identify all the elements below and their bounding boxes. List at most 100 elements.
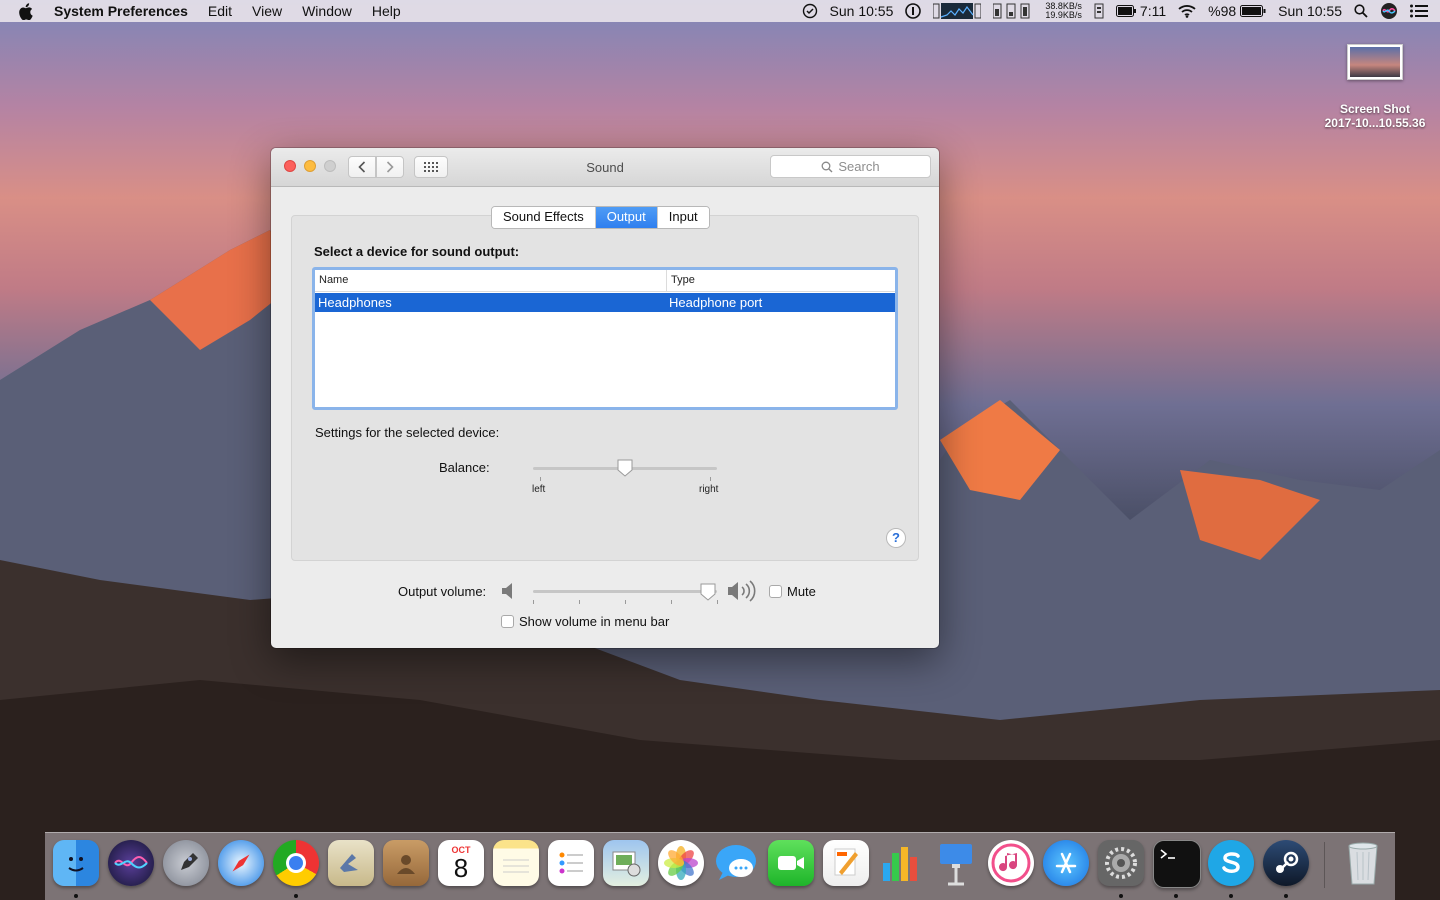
info-status-icon[interactable] <box>905 3 922 19</box>
battery-icon <box>1240 5 1266 17</box>
file-name-line1: Screen Shot <box>1339 102 1411 116</box>
file-name-line2: 2017-10...10.55.36 <box>1324 116 1426 130</box>
balance-tick-left <box>540 477 541 481</box>
finder-running-dot <box>74 894 78 898</box>
menu-app-name[interactable]: System Preferences <box>54 3 188 19</box>
table-row[interactable]: Headphones Headphone port <box>315 293 895 312</box>
show-volume-checkbox[interactable] <box>501 615 514 628</box>
tab-sound-effects[interactable]: Sound Effects <box>492 207 596 228</box>
menu-help[interactable]: Help <box>372 3 401 19</box>
title-bar[interactable]: Sound Search <box>271 148 939 187</box>
file-thumbnail <box>1347 44 1403 80</box>
column-header-type[interactable]: Type <box>667 270 695 291</box>
photos-icon[interactable] <box>658 840 704 886</box>
mute-label: Mute <box>787 584 816 599</box>
forward-button[interactable] <box>376 156 404 178</box>
reminders-icon[interactable] <box>548 840 594 886</box>
search-placeholder: Search <box>838 159 880 174</box>
sensor-icon[interactable] <box>1094 3 1104 19</box>
wifi-icon[interactable] <box>1178 4 1196 18</box>
skype-icon[interactable] <box>1208 840 1254 886</box>
battery-status[interactable]: %98 <box>1208 3 1266 19</box>
back-button[interactable] <box>348 156 376 178</box>
mute-checkbox[interactable] <box>769 585 782 598</box>
numbers-icon[interactable] <box>878 840 924 886</box>
cpu-graph-icon[interactable] <box>933 3 982 19</box>
balance-right-label: right <box>699 484 719 495</box>
device-type-cell: Headphone port <box>669 295 763 310</box>
terminal-icon[interactable] <box>1153 840 1201 888</box>
close-button[interactable] <box>284 160 296 172</box>
launchpad-icon[interactable] <box>163 840 209 886</box>
tab-input[interactable]: Input <box>657 207 709 228</box>
pages-icon[interactable] <box>823 840 869 886</box>
speaker-high-icon <box>728 580 756 602</box>
output-device-table[interactable]: Name Type Headphones Headphone port <box>312 267 898 410</box>
siri-menu-icon[interactable] <box>1380 2 1398 20</box>
output-volume-label: Output volume: <box>398 584 487 599</box>
speaker-low-icon <box>502 583 512 599</box>
volume-tick-4 <box>671 600 672 604</box>
output-section-title: Select a device for sound output: <box>314 244 520 259</box>
grid-icon <box>424 162 438 172</box>
menu-bar: System Preferences Edit View Window Help… <box>0 0 1440 22</box>
network-speed[interactable]: 38.8KB/s 19.9KB/s <box>1045 2 1082 20</box>
menu-edit[interactable]: Edit <box>208 3 232 19</box>
chevron-left-icon <box>358 161 366 173</box>
net-download-speed: 19.9KB/s <box>1045 10 1082 20</box>
balance-slider-thumb[interactable] <box>617 459 633 477</box>
tab-output[interactable]: Output <box>595 207 658 228</box>
siri-icon[interactable] <box>108 840 154 886</box>
show-all-button[interactable] <box>414 156 448 178</box>
device-name-cell: Headphones <box>318 295 392 310</box>
minimize-button[interactable] <box>304 160 316 172</box>
facetime-icon[interactable] <box>768 840 814 886</box>
balance-label: Balance: <box>439 460 490 475</box>
search-icon <box>821 161 833 172</box>
menu-clock-left[interactable]: Sun 10:55 <box>830 3 894 19</box>
show-volume-label: Show volume in menu bar <box>519 614 670 629</box>
search-field[interactable]: Search <box>770 155 931 178</box>
preview-icon[interactable] <box>603 840 649 886</box>
menu-view[interactable]: View <box>252 3 282 19</box>
volume-tick-1 <box>533 600 534 604</box>
menu-window[interactable]: Window <box>302 3 352 19</box>
dock-separator <box>1324 842 1325 888</box>
memory-bars-icon[interactable] <box>993 3 1033 19</box>
checkmark-status-icon[interactable] <box>802 3 818 19</box>
trash-icon[interactable] <box>1340 840 1386 886</box>
table-header: Name Type <box>315 270 895 292</box>
chevron-right-icon <box>386 161 394 173</box>
finder-icon[interactable] <box>53 840 99 886</box>
calendar-day: 8 <box>453 853 469 883</box>
balance-tick-right <box>710 477 711 481</box>
system-preferences-icon[interactable] <box>1098 840 1144 886</box>
notes-icon[interactable] <box>493 840 539 886</box>
safari-icon[interactable] <box>218 840 264 886</box>
battery-time: 7:11 <box>1139 3 1167 19</box>
desktop-screenshot-file[interactable]: Screen Shot 2017-10...10.55.36 <box>1316 44 1434 130</box>
calendar-icon[interactable]: OCT 8 <box>438 840 484 886</box>
menu-clock-right[interactable]: Sun 10:55 <box>1278 3 1342 19</box>
chrome-running-dot <box>294 894 298 898</box>
notification-center-icon[interactable] <box>1410 4 1428 18</box>
volume-tick-3 <box>625 600 626 604</box>
volume-slider-thumb[interactable] <box>700 583 716 601</box>
messages-icon[interactable] <box>713 840 759 886</box>
balance-left-label: left <box>532 484 546 495</box>
apple-menu-icon[interactable] <box>18 2 38 20</box>
terminal-running-dot <box>1174 894 1178 898</box>
zoom-button[interactable] <box>324 160 336 172</box>
spotlight-search-icon[interactable] <box>1354 4 1368 18</box>
chrome-icon[interactable] <box>273 840 319 886</box>
app-store-icon[interactable] <box>1043 840 1089 886</box>
column-header-name[interactable]: Name <box>315 270 667 291</box>
keynote-icon[interactable] <box>933 840 979 886</box>
mail-icon[interactable] <box>328 840 374 886</box>
steam-running-dot <box>1284 894 1288 898</box>
itunes-icon[interactable] <box>988 840 1034 886</box>
contacts-icon[interactable] <box>383 840 429 886</box>
battery-timer-icon[interactable]: 7:11 <box>1115 3 1167 19</box>
help-button[interactable]: ? <box>886 528 906 548</box>
steam-icon[interactable] <box>1263 840 1309 886</box>
